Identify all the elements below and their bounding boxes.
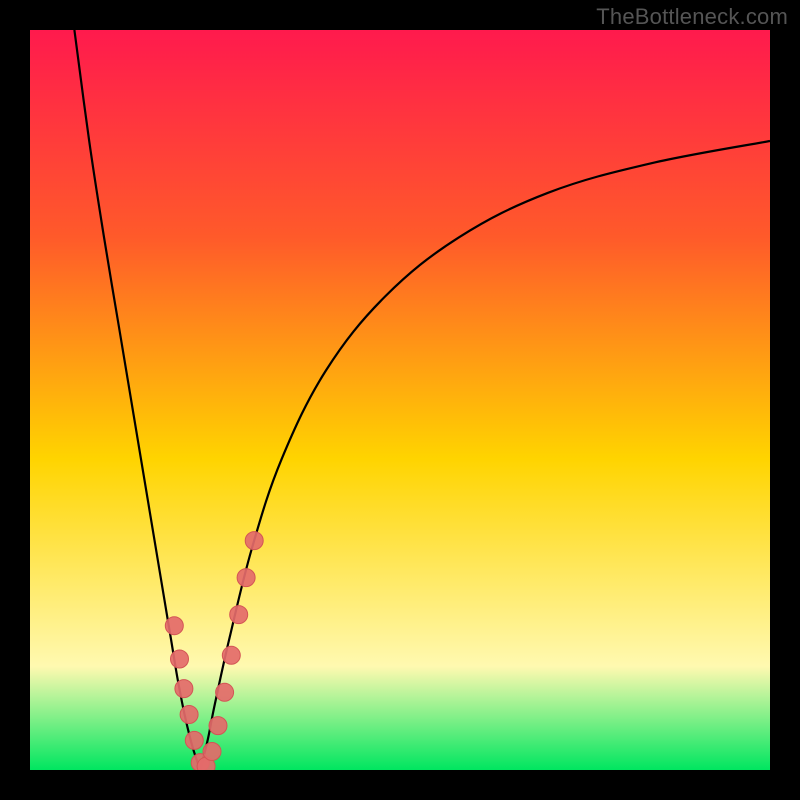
marker-point — [237, 569, 255, 587]
marker-point — [185, 731, 203, 749]
chart-svg — [30, 30, 770, 770]
marker-point — [216, 683, 234, 701]
marker-point — [171, 650, 189, 668]
marker-point — [222, 646, 240, 664]
watermark-text: TheBottleneck.com — [596, 4, 788, 30]
marker-point — [180, 706, 198, 724]
marker-point — [165, 617, 183, 635]
marker-point — [245, 532, 263, 550]
plot-area — [30, 30, 770, 770]
gradient-background — [30, 30, 770, 770]
marker-point — [230, 606, 248, 624]
marker-point — [175, 680, 193, 698]
marker-point — [209, 717, 227, 735]
outer-frame: TheBottleneck.com — [0, 0, 800, 800]
marker-point — [203, 743, 221, 761]
